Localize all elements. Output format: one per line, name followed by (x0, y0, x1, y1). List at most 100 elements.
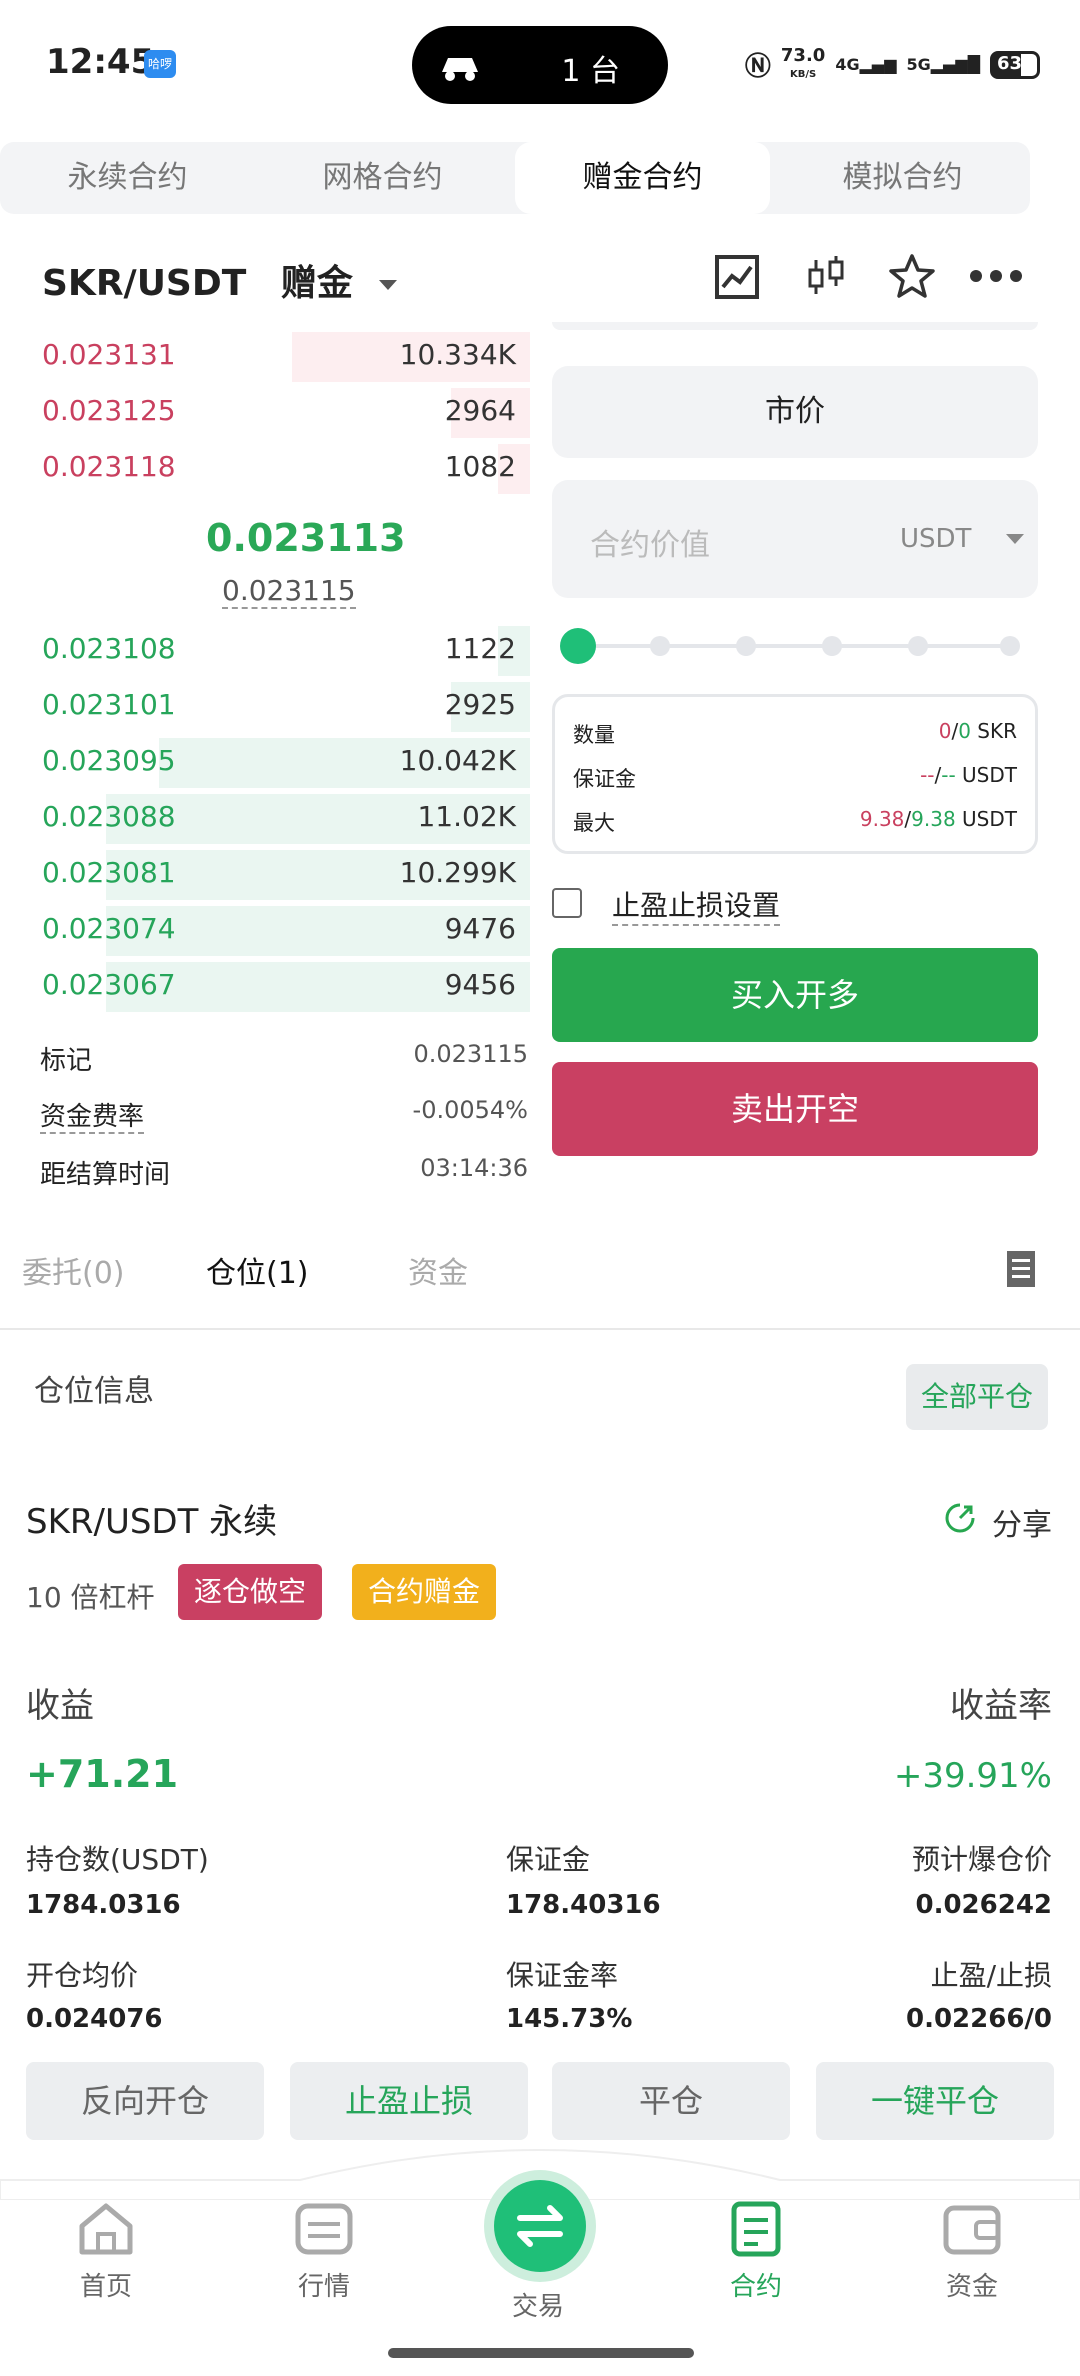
island-count: 1 台 (561, 54, 620, 89)
funding-rate-value: -0.0054% (412, 1096, 528, 1124)
trade-button[interactable] (494, 2180, 586, 2272)
home-indicator[interactable] (388, 2348, 694, 2358)
nav-market[interactable]: 行情 (264, 2200, 384, 2303)
bid-row[interactable]: 0.023095 10.042K (0, 736, 530, 790)
tab-assets[interactable]: 资金 (408, 1248, 468, 1292)
amount-slider-track[interactable] (578, 644, 1018, 648)
slider-mark[interactable] (908, 636, 928, 656)
tab-positions[interactable]: 仓位(1) (206, 1248, 309, 1292)
slider-mark[interactable] (650, 636, 670, 656)
nav-assets-label: 资金 (945, 2272, 998, 2302)
close-position-button[interactable]: 平仓 (552, 2062, 790, 2140)
nav-market-label: 行情 (297, 2272, 350, 2302)
settlement-time-label: 距结算时间 (40, 1160, 171, 1190)
contract-value-input[interactable]: 合约价值 USDT (552, 480, 1038, 598)
pnl-value: +71.21 (26, 1752, 179, 1796)
margin-label: 保证金 (506, 1843, 591, 1876)
battery-icon: 63 (990, 50, 1040, 79)
app-badge-icon: 哈啰 (144, 50, 176, 78)
tab-orders[interactable]: 委托(0) (22, 1248, 125, 1292)
ask-row[interactable]: 0.023125 2964 (0, 386, 530, 440)
signal-5g-icon: 5G▂▄▆█ (906, 55, 980, 74)
share-icon[interactable] (944, 1502, 976, 1534)
buy-long-button[interactable]: 买入开多 (552, 948, 1038, 1042)
leverage-label: 10 倍杠杆 (26, 1581, 155, 1614)
tab-grid[interactable]: 网格合约 (255, 142, 510, 214)
chart-icon[interactable] (714, 254, 760, 300)
candlestick-icon[interactable] (804, 254, 848, 300)
more-icon[interactable] (968, 268, 1024, 284)
tpsl-value: 0.02266/0 (905, 2004, 1052, 2034)
order-type-select[interactable]: 市价 (552, 366, 1038, 458)
unit-select[interactable]: USDT (900, 524, 971, 554)
summary-margin: 保证金 --/-- USDT (573, 763, 1017, 791)
reverse-open-button[interactable]: 反向开仓 (26, 2062, 264, 2140)
bid-price: 0.023108 (42, 632, 176, 665)
pair-selector[interactable]: SKR/USDT 赠金 (42, 254, 398, 306)
nav-trade-label[interactable]: 交易 (512, 2286, 564, 2323)
funding-rate-label: 资金费率 (40, 1102, 145, 1134)
bid-row[interactable]: 0.023108 1122 (0, 624, 530, 678)
bid-row[interactable]: 0.023074 9476 (0, 904, 530, 958)
bid-qty: 10.299K (399, 856, 516, 889)
summary-qty: 数量 0/0 SKR (573, 719, 1017, 747)
mark-price-row: 标记 0.023115 (40, 1040, 528, 1077)
star-icon[interactable] (888, 252, 936, 300)
tab-bonus[interactable]: 赠金合约 (515, 142, 770, 214)
bid-row[interactable]: 0.023101 2925 (0, 680, 530, 734)
tpsl-setting-label[interactable]: 止盈止损设置 (612, 884, 781, 926)
roe-label: 收益率 (950, 1686, 1052, 1726)
mark-price-label: 标记 (40, 1046, 93, 1076)
bid-qty: 1122 (444, 632, 516, 665)
bid-row[interactable]: 0.023081 10.299K (0, 848, 530, 902)
nav-assets[interactable]: 资金 (912, 2200, 1032, 2303)
bid-price: 0.023088 (42, 800, 176, 833)
bid-row[interactable]: 0.023088 11.02K (0, 792, 530, 846)
slider-mark[interactable] (1000, 636, 1020, 656)
bid-qty: 11.02K (417, 800, 516, 833)
leverage-field-edge (552, 322, 1038, 330)
tpsl-button[interactable]: 止盈止损 (290, 2062, 528, 2140)
nfc-icon: Ⓝ (744, 52, 771, 82)
contract-value-placeholder: 合约价值 (590, 528, 710, 563)
ask-row[interactable]: 0.023118 1082 (0, 442, 530, 496)
index-price[interactable]: 0.023115 (222, 574, 356, 609)
tpsl-checkbox[interactable] (552, 888, 582, 918)
bid-price: 0.023101 (42, 688, 176, 721)
share-label[interactable]: 分享 (992, 1500, 1052, 1544)
bid-row[interactable]: 0.023067 9456 (0, 960, 530, 1014)
dynamic-island[interactable]: 1 台 (412, 26, 668, 104)
nav-contract[interactable]: 合约 (696, 2200, 816, 2303)
position-symbol[interactable]: SKR/USDT 永续 (26, 1494, 277, 1543)
ask-row[interactable]: 0.023131 10.334K (0, 330, 530, 384)
slider-mark[interactable] (822, 636, 842, 656)
slider-thumb[interactable] (560, 628, 596, 664)
tpsl-label: 止盈/止损 (930, 1959, 1052, 1992)
one-click-close-button[interactable]: 一键平仓 (816, 2062, 1054, 2140)
tab-demo[interactable]: 模拟合约 (775, 142, 1030, 214)
nav-home-label: 首页 (79, 2272, 132, 2302)
roe-value: +39.91% (893, 1756, 1052, 1796)
nav-home[interactable]: 首页 (46, 2200, 166, 2303)
slider-mark[interactable] (736, 636, 756, 656)
close-all-button[interactable]: 全部平仓 (906, 1364, 1048, 1430)
contract-type-tabs: 永续合约 网格合约 赠金合约 模拟合约 (0, 142, 1030, 214)
chevron-down-icon (379, 280, 398, 290)
entry-price-value: 0.024076 (26, 2004, 163, 2034)
system-icons: Ⓝ 73.0 KB/S 4G▂▄▆ 5G▂▄▆█ 63 (745, 46, 1040, 83)
last-price: 0.023113 (206, 516, 406, 560)
bid-price: 0.023081 (42, 856, 176, 889)
home-icon (79, 2203, 133, 2255)
pair-name: SKR/USDT (42, 263, 247, 304)
summary-max: 最大 9.38/9.38 USDT (573, 807, 1017, 835)
sell-short-button[interactable]: 卖出开空 (552, 1062, 1038, 1156)
bid-qty: 9476 (444, 912, 516, 945)
funding-rate-row[interactable]: 资金费率 -0.0054% (40, 1096, 528, 1134)
bid-price: 0.023074 (42, 912, 176, 945)
bid-price: 0.023067 (42, 968, 176, 1001)
liq-price-value: 0.026242 (915, 1890, 1052, 1920)
isolated-short-tag: 逐仓做空 (178, 1564, 323, 1620)
document-icon[interactable] (1006, 1250, 1036, 1288)
tab-perpetual[interactable]: 永续合约 (0, 142, 255, 214)
ask-price: 0.023125 (42, 394, 176, 427)
